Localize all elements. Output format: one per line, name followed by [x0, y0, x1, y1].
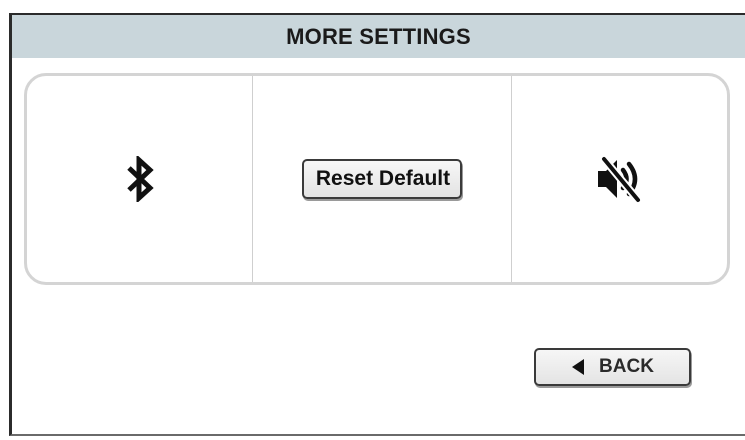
title-bar: MORE SETTINGS — [12, 15, 745, 58]
settings-screen: MORE SETTINGS Reset Default BACK — [9, 13, 745, 436]
sound-cell — [512, 76, 727, 282]
bluetooth-icon — [126, 156, 154, 202]
speaker-muted-icon — [597, 155, 642, 204]
back-label: BACK — [599, 356, 654, 377]
bluetooth-button[interactable] — [125, 156, 155, 202]
page-title: MORE SETTINGS — [286, 23, 471, 49]
sound-toggle-button[interactable] — [595, 154, 645, 204]
settings-panel: Reset Default — [24, 73, 730, 285]
triangle-left-icon — [572, 359, 585, 375]
reset-default-button[interactable]: Reset Default — [301, 158, 463, 200]
bluetooth-cell — [27, 76, 253, 282]
back-button[interactable]: BACK — [534, 348, 691, 386]
reset-cell: Reset Default — [253, 76, 512, 282]
